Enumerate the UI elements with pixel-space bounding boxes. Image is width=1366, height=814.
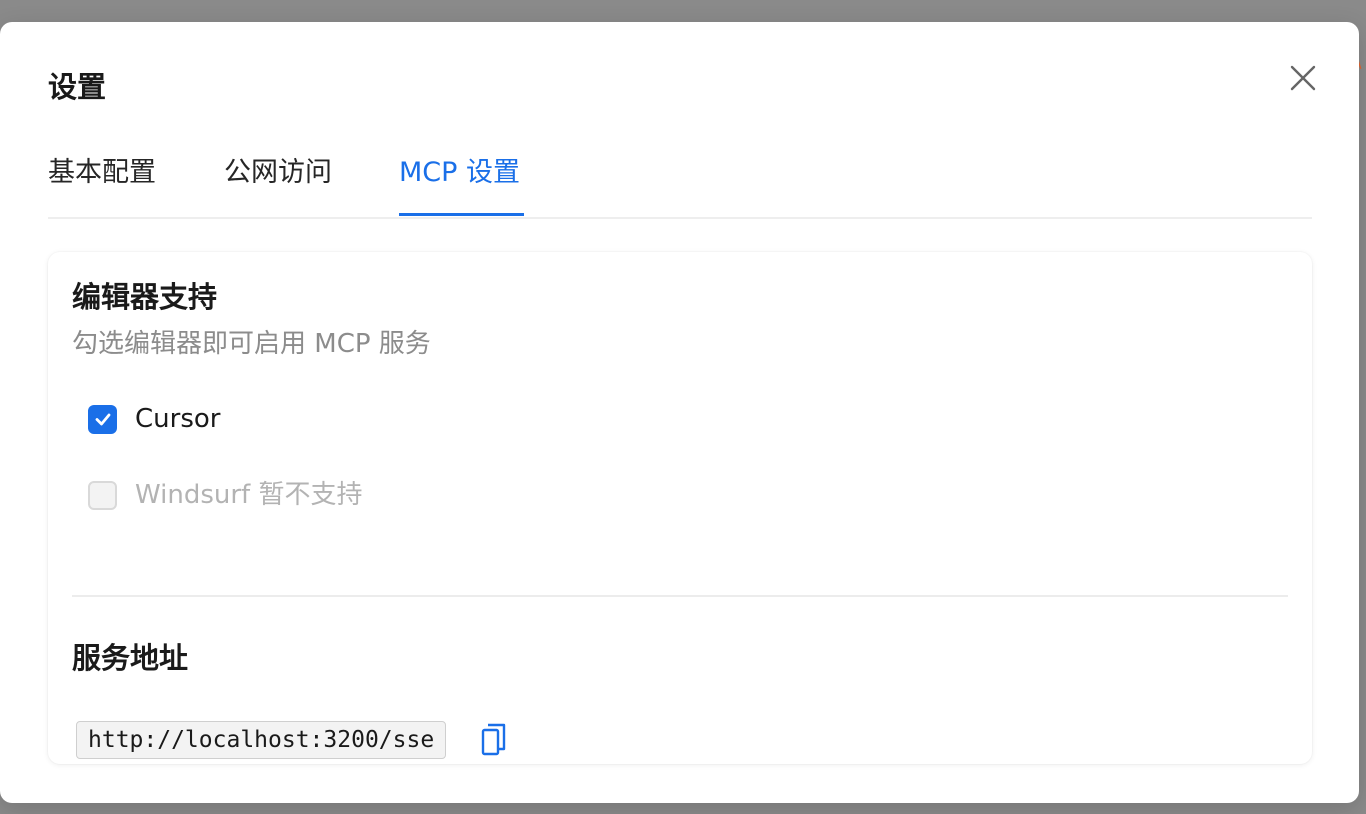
tab-mcp-settings[interactable]: MCP 设置 [399, 156, 520, 190]
tab-basic-config[interactable]: 基本配置 [48, 156, 156, 190]
tab-public-access[interactable]: 公网访问 [224, 156, 332, 190]
service-url-field[interactable]: http://localhost:3200/sse [76, 721, 447, 759]
copy-icon [481, 723, 506, 756]
windsurf-checkbox [88, 480, 117, 510]
active-tab-indicator [399, 213, 524, 216]
cursor-checkbox[interactable] [88, 404, 117, 434]
settings-modal: 设置 基本配置 公网访问 MCP 设置 编辑器支持 勾选编辑器即可启用 MCP … [0, 22, 1359, 803]
mcp-settings-card: 编辑器支持 勾选编辑器即可启用 MCP 服务 Cursor Windsurf 暂… [48, 252, 1312, 764]
windsurf-option: Windsurf 暂不支持 [88, 478, 362, 512]
cursor-label: Cursor [135, 404, 221, 434]
settings-tabs: 基本配置 公网访问 MCP 设置 [48, 142, 1312, 219]
section-divider [72, 595, 1288, 597]
editor-support-title: 编辑器支持 [72, 280, 218, 314]
windsurf-label: Windsurf 暂不支持 [135, 480, 363, 510]
cursor-option[interactable]: Cursor [88, 402, 220, 436]
copy-url-button[interactable] [478, 722, 510, 758]
service-address-title: 服务地址 [72, 641, 189, 675]
close-button[interactable] [1287, 62, 1319, 94]
editor-support-description: 勾选编辑器即可启用 MCP 服务 [72, 329, 431, 359]
checkmark-icon [95, 413, 110, 426]
close-icon [1290, 65, 1316, 91]
modal-title: 设置 [48, 70, 107, 104]
